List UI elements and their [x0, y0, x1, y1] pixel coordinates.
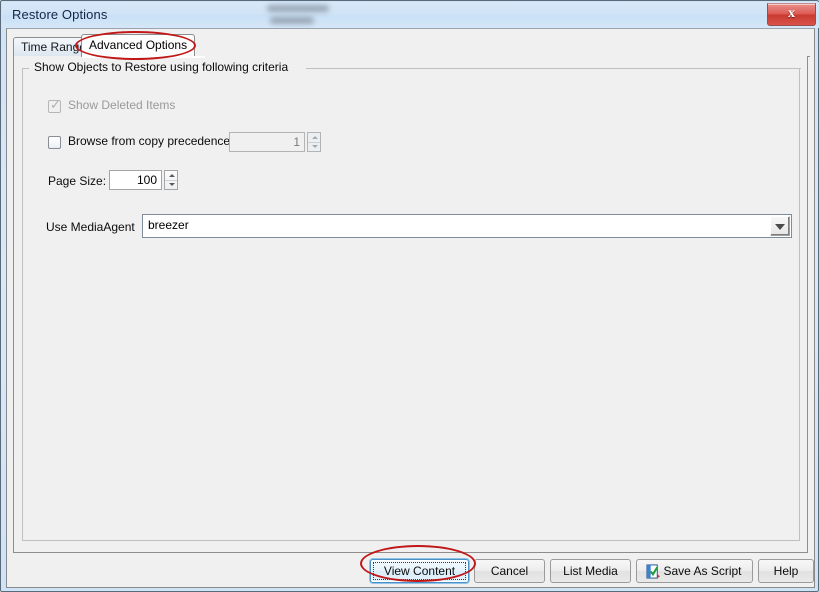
help-button[interactable]: Help — [758, 559, 814, 583]
save-as-script-button[interactable]: Save As Script — [636, 559, 753, 583]
mediaagent-dropdown-button[interactable] — [770, 216, 790, 236]
tab-strip: Time Range Advanced Options — [13, 34, 810, 58]
chevron-up-icon — [312, 136, 318, 139]
cancel-button[interactable]: Cancel — [474, 559, 545, 583]
chevron-down-icon — [312, 145, 318, 148]
chevron-up-icon — [169, 174, 175, 177]
spinner-down-button[interactable] — [165, 180, 177, 189]
page-size-spin-buttons[interactable] — [164, 170, 178, 190]
mediaagent-combobox[interactable]: breezer — [142, 214, 792, 238]
show-deleted-items-label: Show Deleted Items — [68, 98, 176, 112]
criteria-group-box: Show Objects to Restore using following … — [22, 60, 801, 541]
copy-precedence-spin-buttons — [307, 132, 321, 152]
group-box-title: Show Objects to Restore using following … — [31, 60, 292, 74]
view-content-label: View Content — [383, 564, 456, 578]
advanced-options-panel: Show Objects to Restore using following … — [13, 56, 808, 553]
help-label: Help — [773, 564, 799, 578]
save-as-script-label: Save As Script — [663, 564, 742, 578]
copy-precedence-value: 1 — [229, 132, 305, 152]
title-bar: Restore Options x — [2, 2, 819, 28]
tab-advanced-options[interactable]: Advanced Options — [81, 34, 196, 57]
page-size-label: Page Size: — [48, 174, 107, 188]
cancel-label: Cancel — [490, 564, 529, 578]
restore-options-dialog: Restore Options x Time Range Advanced Op… — [0, 0, 819, 592]
list-media-label: List Media — [563, 564, 618, 578]
chevron-down-icon — [169, 183, 175, 186]
chevron-down-icon — [775, 224, 785, 230]
checkmark-icon: ✓ — [50, 97, 61, 112]
tab-advanced-options-label: Advanced Options — [89, 38, 188, 52]
group-border-right — [306, 68, 801, 69]
dialog-client-area: Time Range Advanced Options Show Objects… — [6, 28, 815, 588]
browse-copy-precedence-label: Browse from copy precedence: — [68, 134, 234, 148]
mediaagent-value: breezer — [148, 218, 189, 232]
copy-precedence-spinner: 1 — [229, 132, 321, 152]
dialog-button-bar: View Content Cancel List Media Save As S… — [7, 552, 814, 587]
tab-active-mask — [82, 56, 205, 58]
redacted-text-2 — [270, 17, 314, 24]
close-button[interactable]: x — [767, 3, 816, 26]
list-media-button[interactable]: List Media — [550, 559, 631, 583]
browse-copy-precedence-checkbox[interactable] — [48, 136, 61, 149]
redacted-text-1 — [267, 5, 329, 12]
close-icon: x — [788, 6, 795, 21]
view-content-button[interactable]: View Content — [370, 559, 469, 583]
tab-time-range-label: Time Range — [21, 40, 86, 54]
page-size-value[interactable]: 100 — [109, 170, 162, 190]
use-mediaagent-label: Use MediaAgent — [46, 220, 135, 234]
spinner-down-button — [308, 142, 320, 151]
window-title: Restore Options — [12, 7, 108, 22]
group-border-left — [23, 68, 29, 69]
show-deleted-items-checkbox: ✓ — [48, 97, 61, 113]
page-size-spinner[interactable]: 100 — [109, 170, 178, 190]
